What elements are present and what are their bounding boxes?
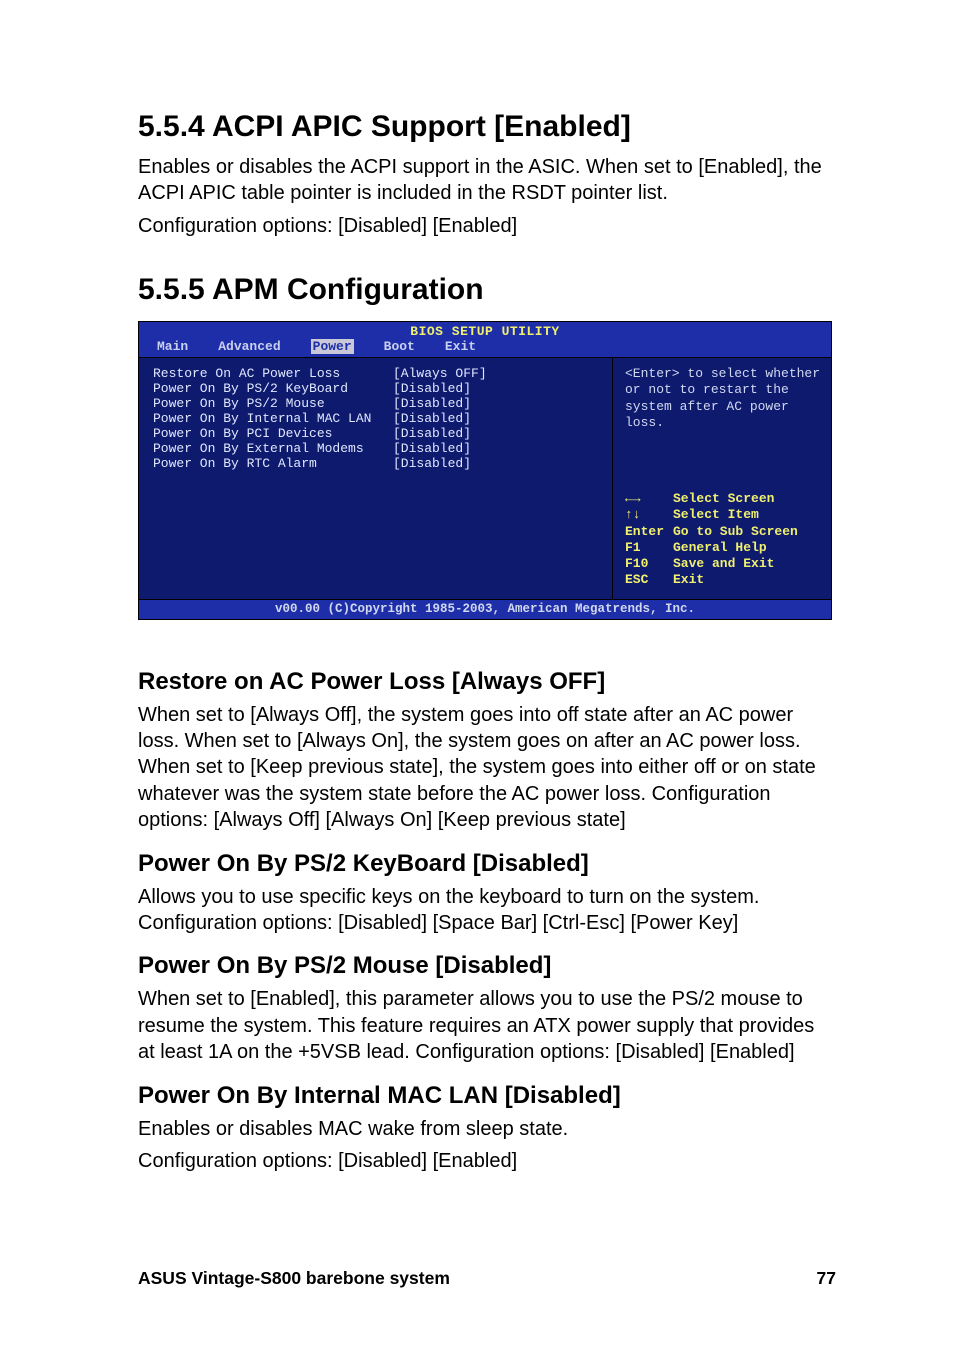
para-mac-lan-1: Enables or disables MAC wake from sleep … [138,1116,836,1142]
bios-title: BIOS SETUP UTILITY [139,322,831,339]
heading-ps2-keyboard: Power On By PS/2 KeyBoard [Disabled] [138,850,836,878]
bios-key-legend: ←→ Select Screen ↑↓ Select Item Enter Go to… [625,491,821,589]
bios-copyright: v00.00 (C)Copyright 1985-2003, American … [139,599,831,619]
bios-tab-power[interactable]: Power [311,339,354,354]
bios-key: F1 [625,540,663,556]
bios-key-row: F10 Save and Exit [625,556,821,572]
footer-product: ASUS Vintage-S800 barebone system [138,1268,450,1289]
bios-tabs: Main Advanced Power Boot Exit [139,339,831,357]
para-ps2-keyboard: Allows you to use specific keys on the k… [138,884,836,937]
bios-setting-label: Power On By PCI Devices [153,426,393,441]
bios-row[interactable]: Power On By RTC Alarm [Disabled] [153,456,598,471]
bios-key-row: F1 General Help [625,540,821,556]
footer-page-number: 77 [817,1268,836,1289]
heading-mac-lan: Power On By Internal MAC LAN [Disabled] [138,1082,836,1110]
bios-setting-label: Power On By PS/2 Mouse [153,396,393,411]
heading-restore-ac: Restore on AC Power Loss [Always OFF] [138,668,836,696]
bios-setting-value: [Disabled] [393,411,471,426]
bios-setting-value: [Disabled] [393,456,471,471]
bios-setting-value: [Disabled] [393,396,471,411]
bios-setting-value: [Disabled] [393,426,471,441]
bios-setting-label: Power On By RTC Alarm [153,456,393,471]
bios-key-action: Exit [673,572,704,588]
bios-body: Restore On AC Power Loss [Always OFF] Po… [139,357,831,599]
bios-key-action: Select Item [673,507,759,523]
bios-key-row: ESC Exit [625,572,821,588]
page-footer: ASUS Vintage-S800 barebone system 77 [138,1268,836,1289]
bios-tab-boot[interactable]: Boot [384,339,415,354]
bios-key: F10 [625,556,663,572]
bios-help-text: <Enter> to select whether or not to rest… [625,366,821,431]
bios-row[interactable]: Power On By PS/2 KeyBoard [Disabled] [153,381,598,396]
bios-tab-advanced[interactable]: Advanced [218,339,280,354]
bios-key: ↑↓ [625,507,663,523]
bios-key-row: ↑↓ Select Item [625,507,821,523]
para-5-5-4-body: Enables or disables the ACPI support in … [138,154,836,207]
bios-setting-label: Power On By Internal MAC LAN [153,411,393,426]
bios-key-action: Go to Sub Screen [673,524,798,540]
bios-setting-value: [Disabled] [393,441,471,456]
bios-key-action: General Help [673,540,767,556]
bios-screenshot: BIOS SETUP UTILITY Main Advanced Power B… [138,321,832,620]
bios-row[interactable]: Power On By PS/2 Mouse [Disabled] [153,396,598,411]
bios-row[interactable]: Power On By Internal MAC LAN [Disabled] [153,411,598,426]
para-ps2-mouse: When set to [Enabled], this parameter al… [138,986,836,1065]
bios-key: Enter [625,524,663,540]
bios-key-row: Enter Go to Sub Screen [625,524,821,540]
bios-header: BIOS SETUP UTILITY Main Advanced Power B… [139,322,831,357]
bios-setting-label: Restore On AC Power Loss [153,366,393,381]
bios-row[interactable]: Restore On AC Power Loss [Always OFF] [153,366,598,381]
bios-tab-main[interactable]: Main [157,339,188,354]
heading-ps2-mouse: Power On By PS/2 Mouse [Disabled] [138,952,836,980]
para-restore-ac: When set to [Always Off], the system goe… [138,702,836,834]
bios-key: ←→ [625,491,663,507]
para-mac-lan-2: Configuration options: [Disabled] [Enabl… [138,1148,836,1174]
bios-key-action: Select Screen [673,491,774,507]
heading-5-5-4: 5.5.4 ACPI APIC Support [Enabled] [138,110,836,144]
bios-tab-exit[interactable]: Exit [445,339,476,354]
bios-key-action: Save and Exit [673,556,774,572]
bios-setting-value: [Always OFF] [393,366,487,381]
bios-row[interactable]: Power On By External Modems [Disabled] [153,441,598,456]
bios-setting-value: [Disabled] [393,381,471,396]
bios-setting-label: Power On By External Modems [153,441,393,456]
bios-setting-label: Power On By PS/2 KeyBoard [153,381,393,396]
para-5-5-4-opts: Configuration options: [Disabled] [Enabl… [138,213,836,239]
bios-row[interactable]: Power On By PCI Devices [Disabled] [153,426,598,441]
bios-settings-pane: Restore On AC Power Loss [Always OFF] Po… [139,357,613,599]
page: 5.5.4 ACPI APIC Support [Enabled] Enable… [0,0,954,1230]
bios-help-pane: <Enter> to select whether or not to rest… [613,357,831,599]
heading-5-5-5: 5.5.5 APM Configuration [138,273,836,307]
bios-key: ESC [625,572,663,588]
bios-key-row: ←→ Select Screen [625,491,821,507]
